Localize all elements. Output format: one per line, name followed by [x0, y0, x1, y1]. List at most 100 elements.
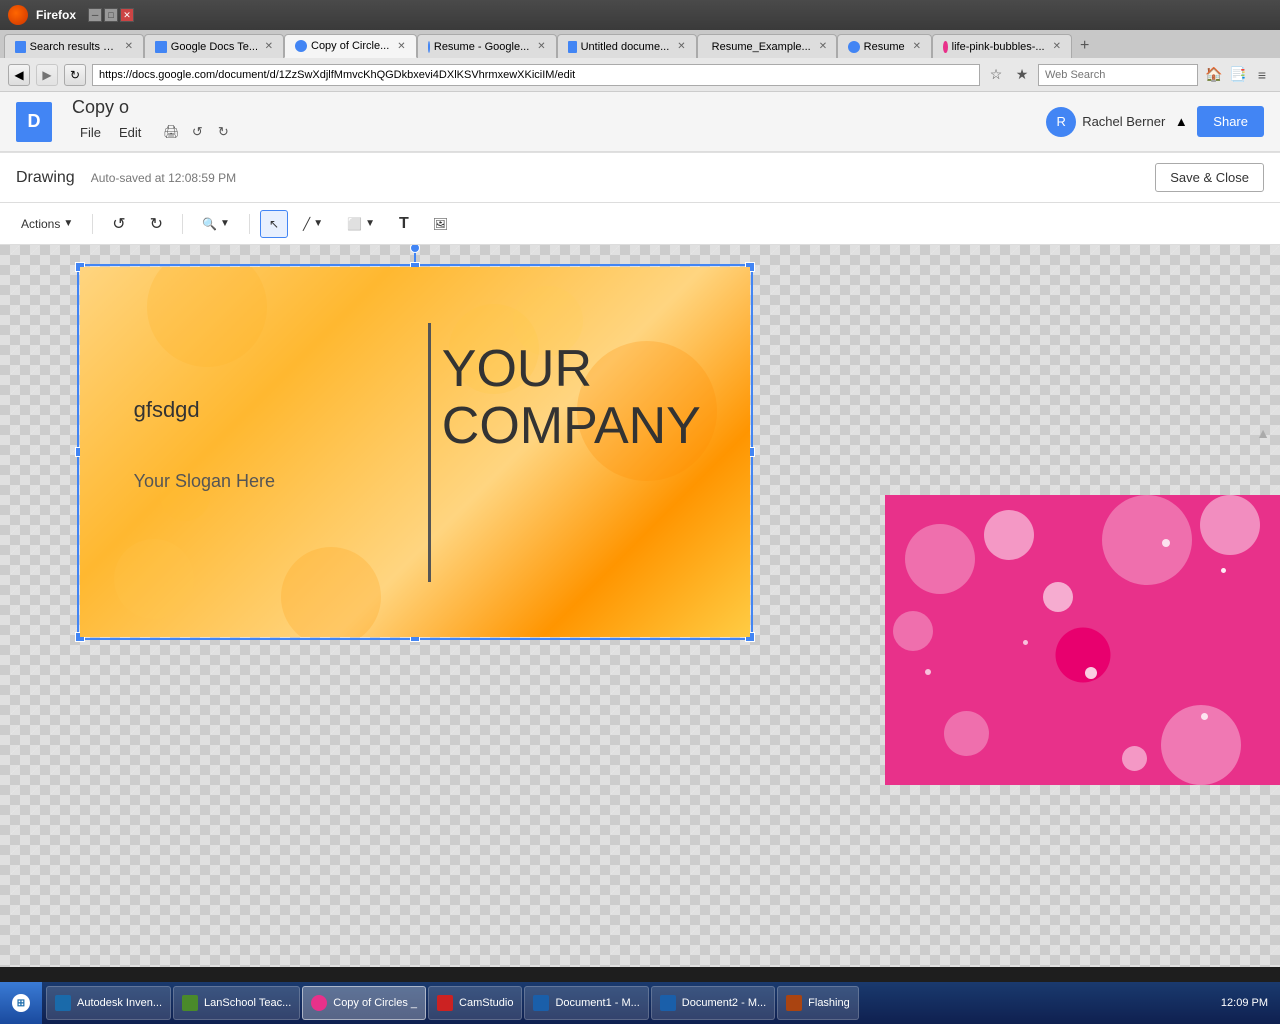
- panel-collapse-icon[interactable]: ▲: [1256, 425, 1270, 441]
- tab-pink-bubbles[interactable]: life-pink-bubbles-... ✕: [932, 34, 1072, 58]
- toolbar-sep-3: [249, 214, 250, 234]
- pink-bubbles-image: [885, 495, 1280, 785]
- canvas-area[interactable]: gfsdgd Your Slogan Here YOURCOMPANY: [0, 245, 1280, 967]
- pink-bubble-4: [1200, 495, 1260, 555]
- tab-close-1[interactable]: ✕: [125, 41, 133, 52]
- line-tool[interactable]: ╱ ▼: [294, 210, 332, 238]
- search-input[interactable]: [1038, 64, 1198, 86]
- save-close-button[interactable]: Save & Close: [1155, 163, 1264, 192]
- business-card-image: gfsdgd Your Slogan Here YOURCOMPANY: [80, 267, 750, 637]
- tab-close-8[interactable]: ✕: [1053, 41, 1061, 52]
- doc-toolbar: 🖨 ↺ ↻: [159, 120, 235, 144]
- tab-close-5[interactable]: ✕: [677, 41, 685, 52]
- drawing-toolbar: Actions ▼ ↺ ↻ 🔍 ▼ ↖ ╱ ▼ ⬜ ▼ T 🖼: [0, 203, 1280, 245]
- tab-google-docs[interactable]: Google Docs Te... ✕: [144, 34, 284, 58]
- tab-label-5: Untitled docume...: [581, 41, 670, 53]
- tab-resume-2[interactable]: Resume ✕: [837, 34, 932, 58]
- doc1-icon: [533, 995, 549, 1011]
- redo-icon[interactable]: ↻: [211, 120, 235, 144]
- taskbar-items: Autodesk Inven... LanSchool Teac... Copy…: [42, 986, 1209, 1020]
- zoom-button[interactable]: 🔍 ▼: [193, 210, 239, 238]
- tab-untitled[interactable]: Untitled docume... ✕: [557, 34, 697, 58]
- card-divider: [428, 323, 431, 582]
- tab-resume-example[interactable]: Resume_Example... ✕: [697, 34, 837, 58]
- expand-icon[interactable]: ▲: [1173, 112, 1189, 132]
- print-icon[interactable]: 🖨: [159, 120, 183, 144]
- line-icon: ╱: [303, 217, 310, 231]
- shape-tool[interactable]: ⬜ ▼: [338, 210, 384, 238]
- image-tool[interactable]: 🖼: [424, 210, 457, 238]
- shape-icon: ⬜: [347, 217, 362, 231]
- sparkle-2: [925, 669, 931, 675]
- tab-label-7: Resume: [864, 41, 905, 53]
- drawing-header: Drawing Auto-saved at 12:08:59 PM Save &…: [0, 153, 1280, 203]
- tab-resume[interactable]: Resume - Google... ✕: [417, 34, 557, 58]
- tab-search-results[interactable]: Search results - G... ✕: [4, 34, 144, 58]
- drawing-panel: Drawing Auto-saved at 12:08:59 PM Save &…: [0, 153, 1280, 967]
- browser-titlebar: Firefox ─ □ ✕: [0, 0, 1280, 30]
- bubble-4: [114, 539, 194, 619]
- taskbar-lanschool-label: LanSchool Teac...: [204, 997, 291, 1009]
- taskbar-camstudio[interactable]: CamStudio: [428, 986, 522, 1020]
- flashing-icon: [786, 995, 802, 1011]
- toolbar-sep-1: [92, 214, 93, 234]
- tab-close-7[interactable]: ✕: [913, 41, 921, 52]
- star-icon[interactable]: ★: [1012, 65, 1032, 85]
- tab-favicon-5: [568, 41, 577, 53]
- undo-icon[interactable]: ↺: [185, 120, 209, 144]
- undo-button[interactable]: ↺: [103, 210, 134, 238]
- pink-bubble-3: [1102, 495, 1192, 585]
- taskbar-autodesk-label: Autodesk Inven...: [77, 997, 162, 1009]
- windows-orb: ⊞: [12, 994, 30, 1012]
- actions-dropdown-icon: ▼: [63, 218, 73, 229]
- actions-button[interactable]: Actions ▼: [12, 210, 82, 238]
- close-button[interactable]: ✕: [120, 8, 134, 22]
- taskbar-autodesk[interactable]: Autodesk Inven...: [46, 986, 171, 1020]
- zoom-dropdown-icon: ▼: [220, 218, 230, 229]
- autodesk-icon: [55, 995, 71, 1011]
- taskbar-lanschool[interactable]: LanSchool Teac...: [173, 986, 300, 1020]
- selection-handle-top-pull[interactable]: [410, 245, 420, 253]
- shape-dropdown-icon: ▼: [365, 218, 375, 229]
- settings-icon[interactable]: ≡: [1252, 65, 1272, 85]
- url-bar[interactable]: [92, 64, 980, 86]
- bookmarks-icon[interactable]: 📑: [1228, 65, 1248, 85]
- share-button[interactable]: Share: [1197, 106, 1264, 137]
- maximize-button[interactable]: □: [104, 8, 118, 22]
- tab-close-6[interactable]: ✕: [819, 41, 827, 52]
- text-icon: T: [399, 215, 409, 233]
- redo-button[interactable]: ↻: [141, 210, 172, 238]
- taskbar-doc1[interactable]: Document1 - M...: [524, 986, 648, 1020]
- tab-label-2: Google Docs Te...: [171, 41, 257, 53]
- docs-logo-text: D: [28, 111, 41, 132]
- tab-close-4[interactable]: ✕: [537, 41, 545, 52]
- text-tool[interactable]: T: [390, 210, 418, 238]
- business-card-container[interactable]: gfsdgd Your Slogan Here YOURCOMPANY: [80, 267, 750, 637]
- taskbar-doc2-label: Document2 - M...: [682, 997, 766, 1009]
- sparkle-4: [1221, 568, 1226, 573]
- reload-button[interactable]: ↻: [64, 64, 86, 86]
- tab-favicon-4: [428, 41, 430, 53]
- taskbar-camstudio-label: CamStudio: [459, 997, 513, 1009]
- pink-bubble-2: [984, 510, 1034, 560]
- bookmark-icon[interactable]: ☆: [986, 65, 1006, 85]
- taskbar-flashing[interactable]: Flashing: [777, 986, 859, 1020]
- new-tab-button[interactable]: +: [1072, 34, 1097, 58]
- undo-icon: ↺: [112, 214, 125, 234]
- back-button[interactable]: ◀: [8, 64, 30, 86]
- start-button[interactable]: ⊞: [0, 982, 42, 1024]
- file-menu[interactable]: File: [72, 120, 109, 144]
- minimize-button[interactable]: ─: [88, 8, 102, 22]
- taskbar-copy-circles[interactable]: Copy of Circles _: [302, 986, 426, 1020]
- redo-icon: ↻: [150, 214, 163, 234]
- select-tool[interactable]: ↖: [260, 210, 288, 238]
- tab-close-2[interactable]: ✕: [265, 41, 273, 52]
- tab-label-8: life-pink-bubbles-...: [952, 41, 1045, 53]
- tab-close-3[interactable]: ✕: [397, 41, 405, 52]
- taskbar-doc2[interactable]: Document2 - M...: [651, 986, 775, 1020]
- tab-copy-of-circle[interactable]: Copy of Circle... ✕: [284, 34, 417, 58]
- tab-favicon-7: [848, 41, 860, 53]
- forward-button[interactable]: ▶: [36, 64, 58, 86]
- edit-menu[interactable]: Edit: [111, 120, 149, 144]
- home-icon[interactable]: 🏠: [1204, 65, 1224, 85]
